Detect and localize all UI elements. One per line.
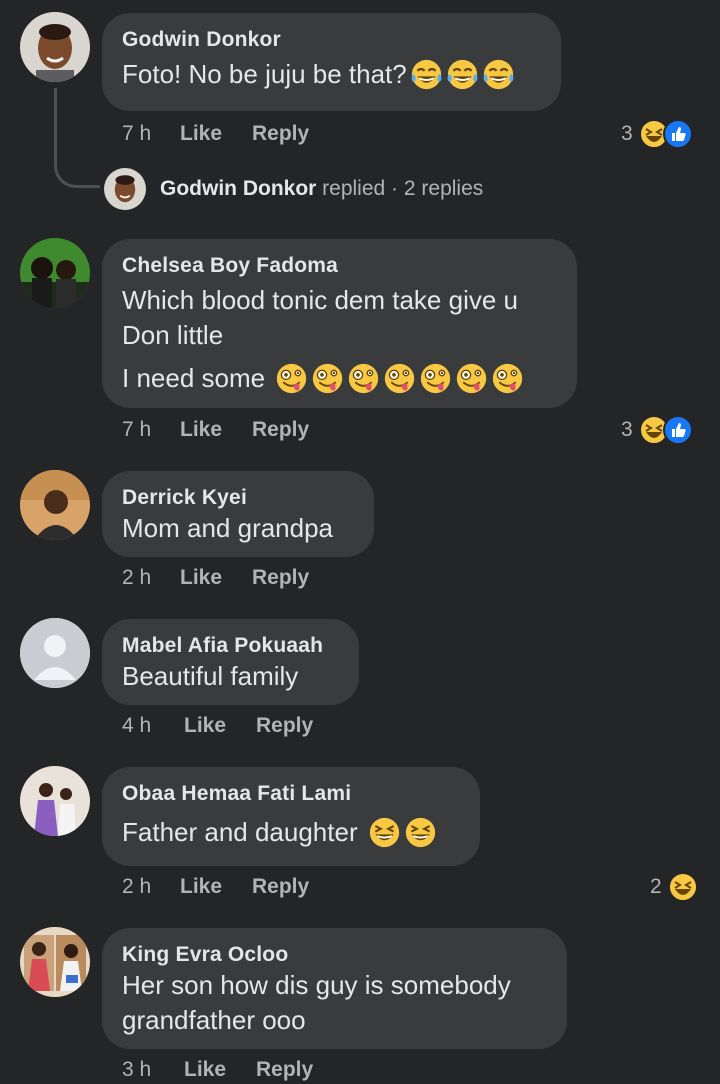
tears-of-joy-emoji — [410, 58, 443, 91]
comment-time[interactable]: 2 h — [122, 566, 180, 590]
separator-dot: · — [385, 177, 404, 200]
haha-reaction-icon — [667, 872, 698, 902]
replied-label: replied — [316, 177, 386, 200]
man-portrait-avatar[interactable] — [20, 470, 90, 540]
zany-face-emoji — [383, 362, 416, 395]
comment-author[interactable]: Mabel Afia Pokuaah — [122, 633, 337, 659]
tears-of-joy-emoji — [446, 58, 479, 91]
comment-bubble: Derrick Kyei Mom and grandpa — [102, 471, 374, 557]
like-button[interactable]: Like — [184, 714, 256, 738]
zany-face-emoji — [311, 362, 344, 395]
comment-actions: 3 h Like Reply — [122, 1058, 313, 1082]
comment-author[interactable]: Derrick Kyei — [122, 485, 352, 511]
zany-face-emoji — [491, 362, 524, 395]
boy-portrait-avatar — [104, 168, 146, 210]
two-men-avatar[interactable] — [20, 238, 90, 308]
family-photo-avatar[interactable] — [20, 927, 90, 997]
like-button[interactable]: Like — [180, 875, 252, 899]
zany-face-emoji — [347, 362, 380, 395]
reaction-count: 3 — [621, 122, 633, 145]
reply-button[interactable]: Reply — [252, 566, 309, 590]
like-reaction-icon — [662, 415, 693, 445]
reaction-count: 2 — [650, 875, 662, 898]
reply-button[interactable]: Reply — [252, 122, 309, 146]
comment-actions: 7 h Like Reply — [122, 418, 309, 442]
comment-text: grandfather ooo — [122, 1005, 306, 1035]
like-button[interactable]: Like — [180, 418, 252, 442]
thread-connector-line — [54, 88, 100, 188]
zany-face-emoji — [275, 362, 308, 395]
comment-actions: 7 h Like Reply — [122, 122, 309, 146]
comment-time[interactable]: 7 h — [122, 418, 180, 442]
comment-author[interactable]: Godwin Donkor — [122, 27, 539, 53]
comment-author[interactable]: King Evra Ocloo — [122, 942, 545, 968]
grinning-squinting-face-emoji — [404, 816, 437, 849]
comment-bubble: Chelsea Boy Fadoma Which blood tonic dem… — [102, 239, 577, 408]
comment-actions: 4 h Like Reply — [122, 714, 313, 738]
comment-text: Beautiful family — [122, 661, 299, 691]
comment-text: I need some — [122, 361, 555, 396]
comment-time[interactable]: 4 h — [122, 714, 184, 738]
couple-avatar[interactable] — [20, 766, 90, 836]
like-button[interactable]: Like — [184, 1058, 256, 1082]
comment-text: Mom and grandpa — [122, 513, 334, 543]
comment-author[interactable]: Obaa Hemaa Fati Lami — [122, 781, 458, 807]
like-button[interactable]: Like — [180, 122, 252, 146]
grinning-squinting-face-emoji — [368, 816, 401, 849]
boy-portrait-avatar[interactable] — [20, 12, 90, 82]
reply-button[interactable]: Reply — [256, 714, 313, 738]
comment-actions: 2 h Like Reply — [122, 566, 309, 590]
comment-text: Foto! No be juju be that? — [122, 57, 539, 92]
reaction-summary[interactable]: 2 — [650, 872, 698, 902]
comment-text: Don little — [122, 320, 224, 350]
comment-time[interactable]: 7 h — [122, 122, 180, 146]
like-reaction-icon — [662, 119, 693, 149]
zany-face-emoji — [455, 362, 488, 395]
comment-time[interactable]: 2 h — [122, 875, 180, 899]
reply-button[interactable]: Reply — [252, 875, 309, 899]
tears-of-joy-emoji — [482, 58, 515, 91]
comment-bubble: Obaa Hemaa Fati Lami Father and daughter — [102, 767, 480, 866]
reply-button[interactable]: Reply — [252, 418, 309, 442]
reaction-summary[interactable]: 3 — [621, 415, 693, 445]
like-button[interactable]: Like — [180, 566, 252, 590]
comment-text: Father and daughter — [122, 815, 458, 850]
default-person-avatar[interactable] — [20, 618, 90, 688]
comment-text: Her son how dis guy is somebody — [122, 970, 511, 1000]
replier-name[interactable]: Godwin Donkor — [160, 177, 316, 201]
comment-text: Which blood tonic dem take give u — [122, 285, 518, 315]
comment-time[interactable]: 3 h — [122, 1058, 184, 1082]
reaction-summary[interactable]: 3 — [621, 119, 693, 149]
comment-bubble: King Evra Ocloo Her son how dis guy is s… — [102, 928, 567, 1049]
view-replies-link[interactable]: Godwin Donkor replied · 2 replies — [104, 168, 483, 210]
zany-face-emoji — [419, 362, 452, 395]
comment-bubble: Mabel Afia Pokuaah Beautiful family — [102, 619, 359, 705]
comment-actions: 2 h Like Reply — [122, 875, 309, 899]
replies-count[interactable]: 2 replies — [404, 177, 483, 201]
comment-bubble: Godwin Donkor Foto! No be juju be that? — [102, 13, 561, 111]
reaction-count: 3 — [621, 418, 633, 441]
reply-button[interactable]: Reply — [256, 1058, 313, 1082]
comment-author[interactable]: Chelsea Boy Fadoma — [122, 253, 555, 279]
